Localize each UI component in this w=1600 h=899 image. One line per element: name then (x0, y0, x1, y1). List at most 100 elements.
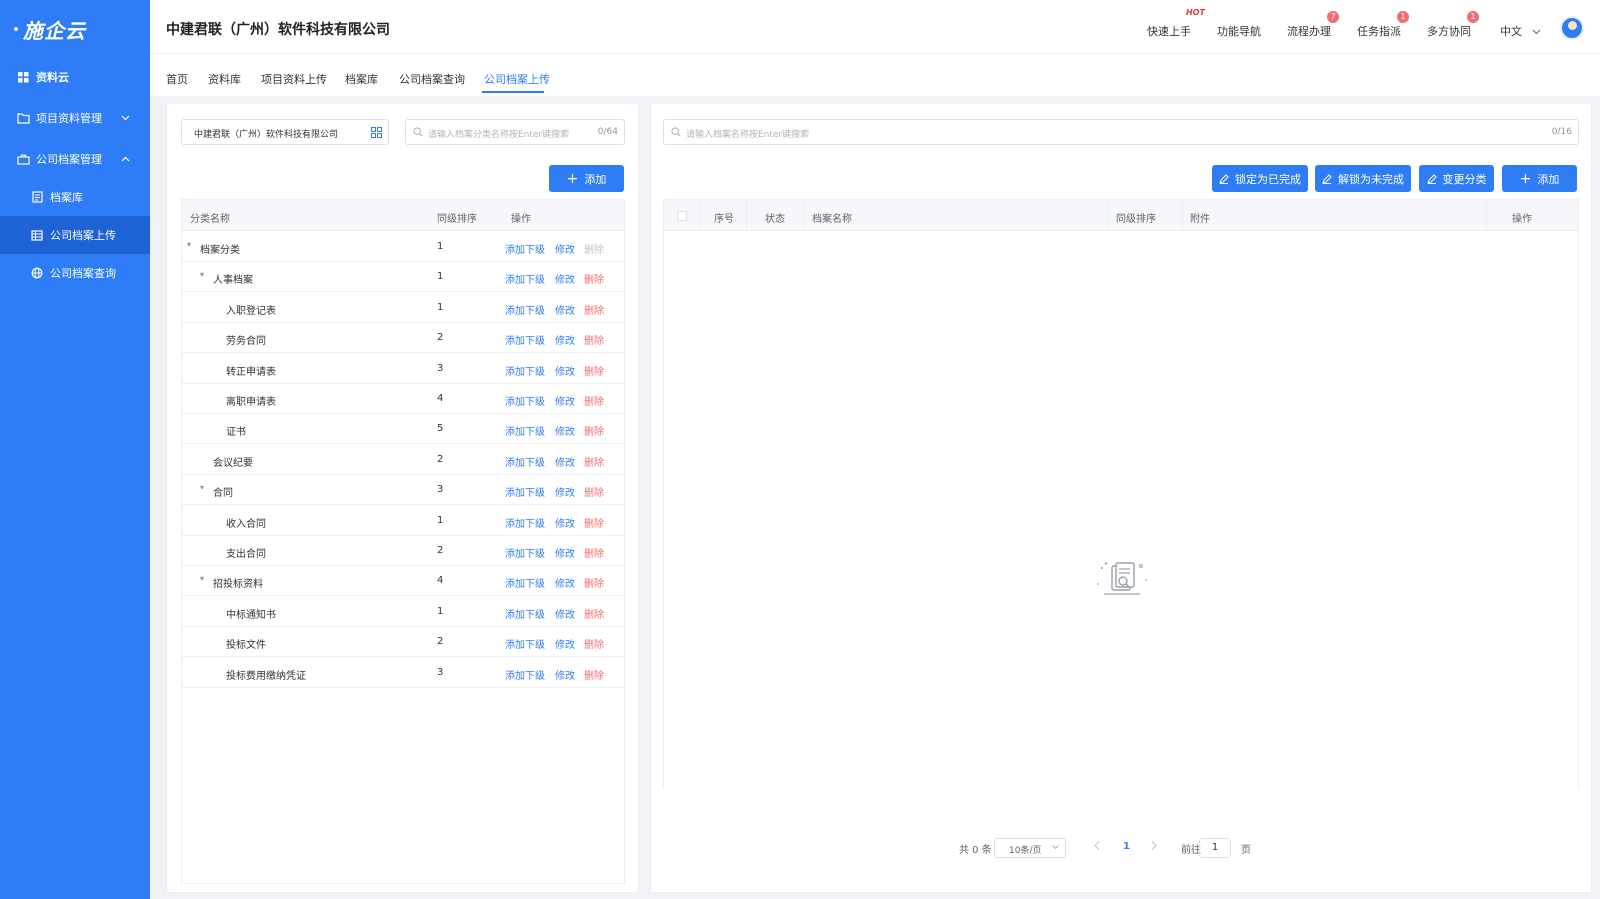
add-child-link[interactable]: 添加下级 (505, 515, 545, 530)
edit-link[interactable]: 修改 (555, 271, 575, 286)
delete-link[interactable]: 删除 (584, 484, 604, 499)
delete-link[interactable]: 删除 (584, 363, 604, 378)
briefcase-icon (16, 152, 30, 166)
category-name: 投标费用缴纳凭证 (226, 670, 306, 682)
delete-link[interactable]: 删除 (584, 606, 604, 621)
delete-link[interactable]: 删除 (584, 302, 604, 317)
expand-caret-icon[interactable]: ▾ (200, 270, 204, 279)
sidebar-item-resource-cloud[interactable]: 资料云 (0, 58, 150, 96)
tab-bar: 首页 资料库 项目资料上传 档案库 公司档案查询 公司档案上传 (150, 54, 1600, 96)
edit-link[interactable]: 修改 (555, 302, 575, 317)
category-sort: 3 (437, 362, 444, 374)
tab-archive-upload[interactable]: 公司档案上传 (484, 71, 550, 87)
lock-complete-button[interactable]: 锁定为已完成 (1212, 165, 1308, 192)
category-name: 投标文件 (226, 640, 266, 652)
edit-link[interactable]: 修改 (555, 241, 575, 256)
delete-link[interactable]: 删除 (584, 423, 604, 438)
add-child-link[interactable]: 添加下级 (505, 332, 545, 347)
edit-link[interactable]: 修改 (555, 667, 575, 682)
function-nav-link[interactable]: 功能导航 (1217, 23, 1261, 39)
avatar[interactable] (1560, 16, 1584, 40)
current-page[interactable]: 1 (1123, 841, 1130, 852)
quick-start-link[interactable]: 快速上手 HOT (1147, 8, 1205, 39)
delete-link[interactable]: 删除 (584, 545, 604, 560)
select-all-checkbox[interactable] (677, 211, 687, 221)
next-page-icon[interactable] (1151, 841, 1157, 853)
category-sort: 1 (437, 241, 444, 252)
table-row: 入职登记表 1 添加下级 修改 删除 (182, 292, 624, 323)
process-link[interactable]: 流程办理 7 (1287, 11, 1339, 39)
company-select[interactable]: 中建君联（广州）软件科技有限公司 (181, 119, 389, 145)
delete-link[interactable]: 删除 (584, 575, 604, 590)
goto-page-input[interactable]: 1 (1199, 838, 1231, 858)
category-sort: 5 (437, 423, 444, 435)
task-badge: 1 (1397, 11, 1409, 23)
edit-link[interactable]: 修改 (555, 515, 575, 530)
archive-search-input[interactable]: 请输入档案名称按Enter键搜索 0/16 (663, 119, 1579, 145)
edit-link[interactable]: 修改 (555, 332, 575, 347)
add-child-link[interactable]: 添加下级 (505, 575, 545, 590)
col-category-name: 分类名称 (190, 214, 230, 225)
table-row: 收入合同 1 添加下级 修改 删除 (182, 505, 624, 536)
collab-link[interactable]: 多方协同 1 (1427, 11, 1479, 39)
add-child-link[interactable]: 添加下级 (505, 454, 545, 469)
language-select[interactable]: 中文 (1500, 23, 1541, 39)
sidebar-item-project-docs[interactable]: 项目资料管理 (0, 99, 150, 137)
delete-link[interactable]: 删除 (584, 636, 604, 651)
edit-link[interactable]: 修改 (555, 575, 575, 590)
tab-resource-library[interactable]: 资料库 (208, 71, 241, 87)
add-child-link[interactable]: 添加下级 (505, 302, 545, 317)
add-child-link[interactable]: 添加下级 (505, 636, 545, 651)
tab-project-upload[interactable]: 项目资料上传 (261, 71, 327, 87)
sidebar-item-archive-query[interactable]: 公司档案查询 (0, 254, 150, 292)
sidebar-item-company-archives[interactable]: 公司档案管理 (0, 140, 150, 178)
delete-link[interactable]: 删除 (584, 271, 604, 286)
edit-link[interactable]: 修改 (555, 363, 575, 378)
edit-link[interactable]: 修改 (555, 545, 575, 560)
add-child-link[interactable]: 添加下级 (505, 606, 545, 621)
delete-link[interactable]: 删除 (584, 515, 604, 530)
category-sort: 4 (437, 575, 444, 587)
page-size-select[interactable]: 10条/页 (994, 838, 1066, 858)
expand-caret-icon[interactable]: ▾ (200, 483, 204, 492)
process-badge: 7 (1327, 11, 1339, 23)
delete-link[interactable]: 删除 (584, 667, 604, 682)
table-row: 证书 5 添加下级 修改 删除 (182, 413, 624, 445)
delete-link[interactable]: 删除 (584, 454, 604, 469)
task-link[interactable]: 任务指派 1 (1357, 11, 1409, 39)
add-child-link[interactable]: 添加下级 (505, 393, 545, 408)
expand-caret-icon[interactable]: ▾ (200, 574, 204, 583)
add-child-link[interactable]: 添加下级 (505, 667, 545, 682)
archive-panel: 请输入档案名称按Enter键搜索 0/16 锁定为已完成 解锁为未完成 变更分类… (650, 103, 1592, 893)
add-child-link[interactable]: 添加下级 (505, 363, 545, 378)
empty-data-icon (1094, 560, 1152, 603)
category-search-input[interactable]: 请输入档案分类名称按Enter键搜索 0/64 (405, 119, 625, 145)
prev-page-icon[interactable] (1094, 841, 1100, 853)
delete-link[interactable]: 删除 (584, 332, 604, 347)
grid-icon (16, 70, 30, 84)
delete-link[interactable]: 删除 (584, 393, 604, 408)
add-category-button[interactable]: + 添加 (549, 165, 624, 192)
add-archive-button[interactable]: + 添加 (1502, 165, 1577, 192)
sidebar-item-archive-library[interactable]: 档案库 (0, 178, 150, 216)
add-child-link[interactable]: 添加下级 (505, 545, 545, 560)
edit-link[interactable]: 修改 (555, 636, 575, 651)
tab-archive-library[interactable]: 档案库 (345, 71, 378, 87)
add-child-link[interactable]: 添加下级 (505, 271, 545, 286)
expand-caret-icon[interactable]: ▾ (187, 240, 191, 249)
edit-link[interactable]: 修改 (555, 393, 575, 408)
add-child-link[interactable]: 添加下级 (505, 423, 545, 438)
delete-link: 删除 (584, 245, 604, 256)
change-category-button[interactable]: 变更分类 (1419, 165, 1494, 192)
add-child-link[interactable]: 添加下级 (505, 241, 545, 256)
edit-link[interactable]: 修改 (555, 606, 575, 621)
tab-home[interactable]: 首页 (166, 71, 188, 87)
edit-link[interactable]: 修改 (555, 454, 575, 469)
col-status: 状态 (765, 214, 785, 225)
sidebar-item-archive-upload[interactable]: 公司档案上传 (0, 216, 150, 254)
add-child-link[interactable]: 添加下级 (505, 484, 545, 499)
tab-archive-query[interactable]: 公司档案查询 (399, 71, 465, 87)
edit-link[interactable]: 修改 (555, 423, 575, 438)
unlock-incomplete-button[interactable]: 解锁为未完成 (1315, 165, 1411, 192)
edit-link[interactable]: 修改 (555, 484, 575, 499)
